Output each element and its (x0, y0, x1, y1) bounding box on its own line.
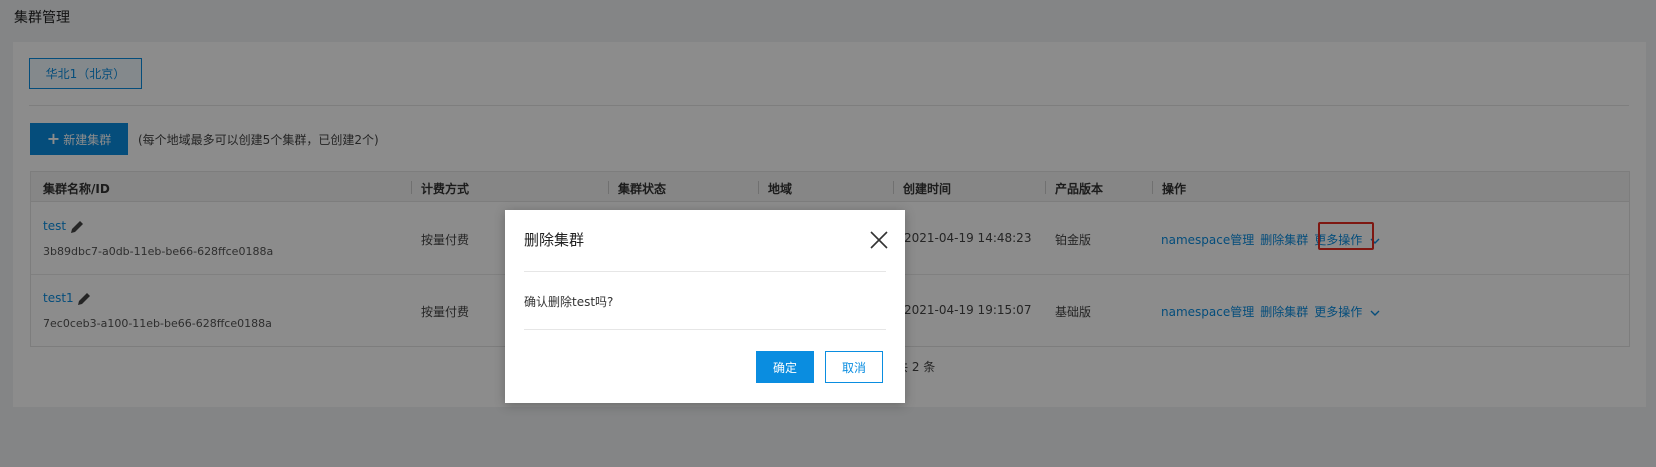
confirm-button[interactable]: 确定 (756, 351, 814, 383)
page: 集群管理 华北1（北京） + 新建集群 (每个地域最多可以创建5个集群，已创建2… (0, 0, 1656, 467)
dialog-divider (524, 329, 886, 330)
cancel-button[interactable]: 取消 (825, 351, 883, 383)
close-icon[interactable] (869, 230, 889, 250)
dialog-message: 确认删除test吗? (524, 295, 614, 309)
delete-cluster-dialog: 删除集群 确认删除test吗? 确定 取消 (505, 210, 905, 403)
dialog-title: 删除集群 (524, 231, 585, 249)
dialog-divider (524, 271, 886, 272)
